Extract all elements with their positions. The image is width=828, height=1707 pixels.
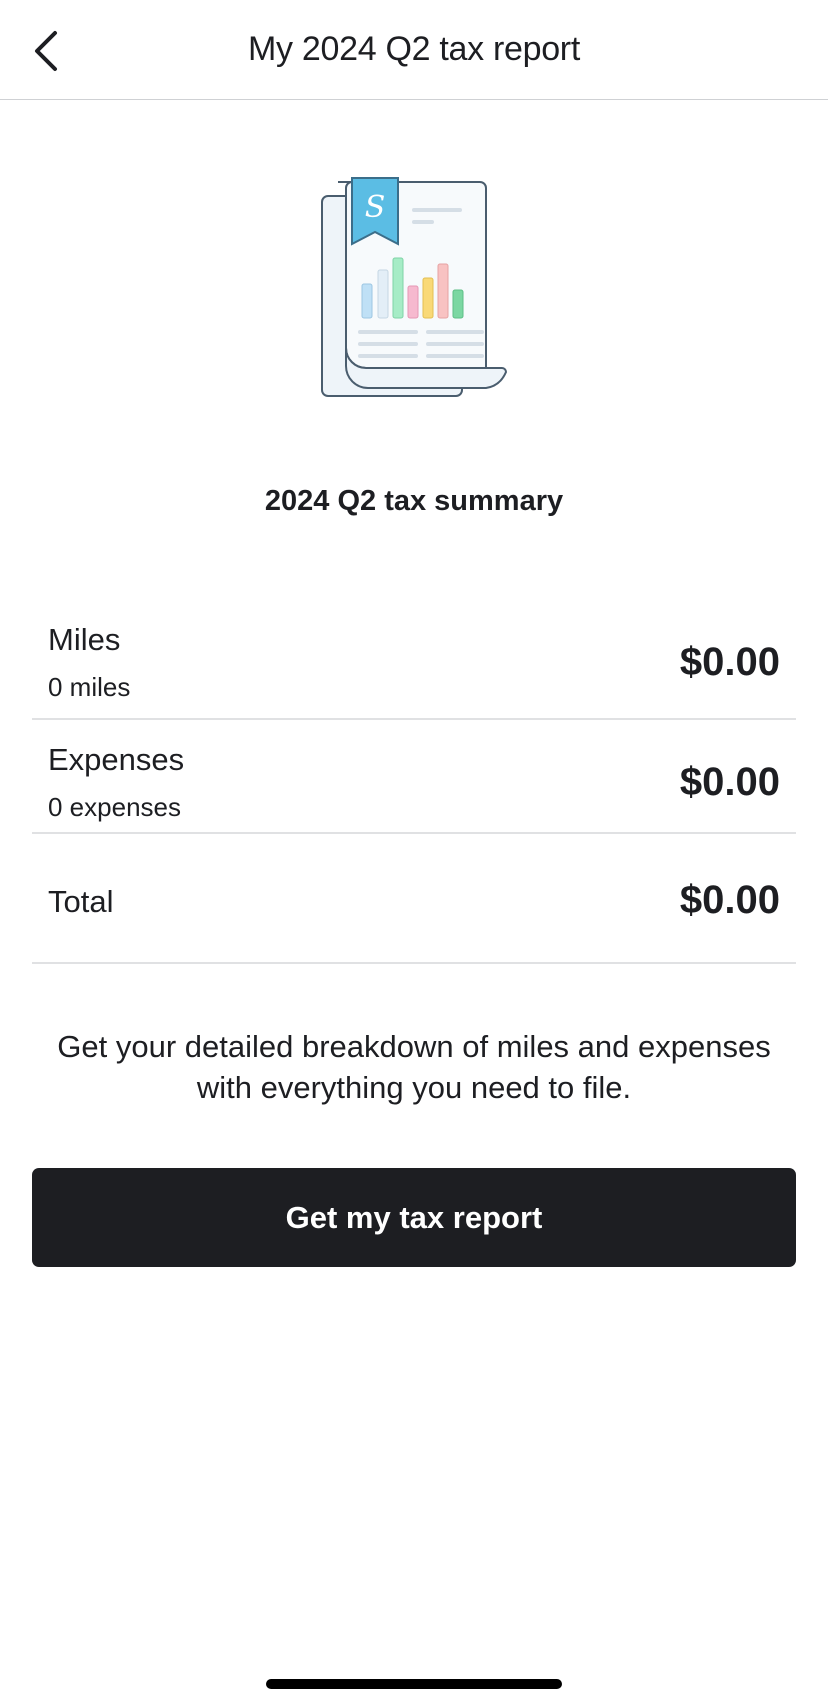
miles-label: Miles (48, 622, 121, 657)
miles-row: Miles 0 miles $0.00 (32, 600, 796, 720)
total-amount: $0.00 (679, 878, 780, 922)
total-row: Total $0.00 (32, 832, 796, 964)
get-tax-report-button-label: Get my tax report (285, 1199, 543, 1235)
miles-amount: $0.00 (679, 640, 780, 684)
total-label: Total (48, 884, 114, 919)
summary-title: 2024 Q2 tax summary (264, 485, 564, 517)
expenses-count: 0 expenses (48, 792, 181, 822)
miles-count: 0 miles (48, 672, 131, 702)
description-text: Get your detailed breakdown of miles and… (57, 1029, 771, 1105)
get-tax-report-button[interactable]: Get my tax report (32, 1168, 796, 1267)
page-title: My 2024 Q2 tax report (248, 30, 580, 68)
tax-report-document-icon: S (312, 172, 518, 408)
home-indicator (266, 1679, 562, 1689)
top-bar: My 2024 Q2 tax report (0, 0, 828, 100)
expenses-amount: $0.00 (679, 760, 780, 804)
expenses-label: Expenses (48, 742, 185, 777)
badge-letter: S (365, 190, 386, 225)
expenses-row: Expenses 0 expenses $0.00 (32, 718, 796, 834)
